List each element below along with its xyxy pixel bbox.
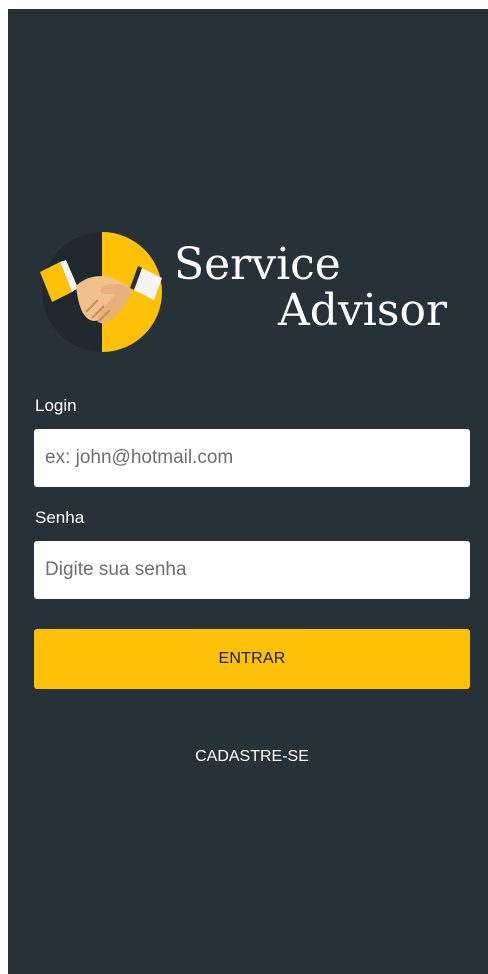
login-input[interactable] [34, 429, 470, 487]
app-name-line1: Service [174, 239, 341, 290]
handshake-icon [40, 232, 162, 352]
login-screen: Service Advisor Login Senha ENTRAR CADAS… [8, 9, 488, 974]
app-name-line2: Advisor [278, 285, 447, 336]
register-link[interactable]: CADASTRE-SE [34, 743, 470, 771]
login-button[interactable]: ENTRAR [34, 629, 470, 689]
password-label: Senha [35, 508, 85, 527]
login-label: Login [35, 396, 77, 415]
password-input[interactable] [34, 541, 470, 599]
app-logo: Service Advisor [38, 228, 468, 356]
app-name: Service Advisor [170, 234, 470, 346]
